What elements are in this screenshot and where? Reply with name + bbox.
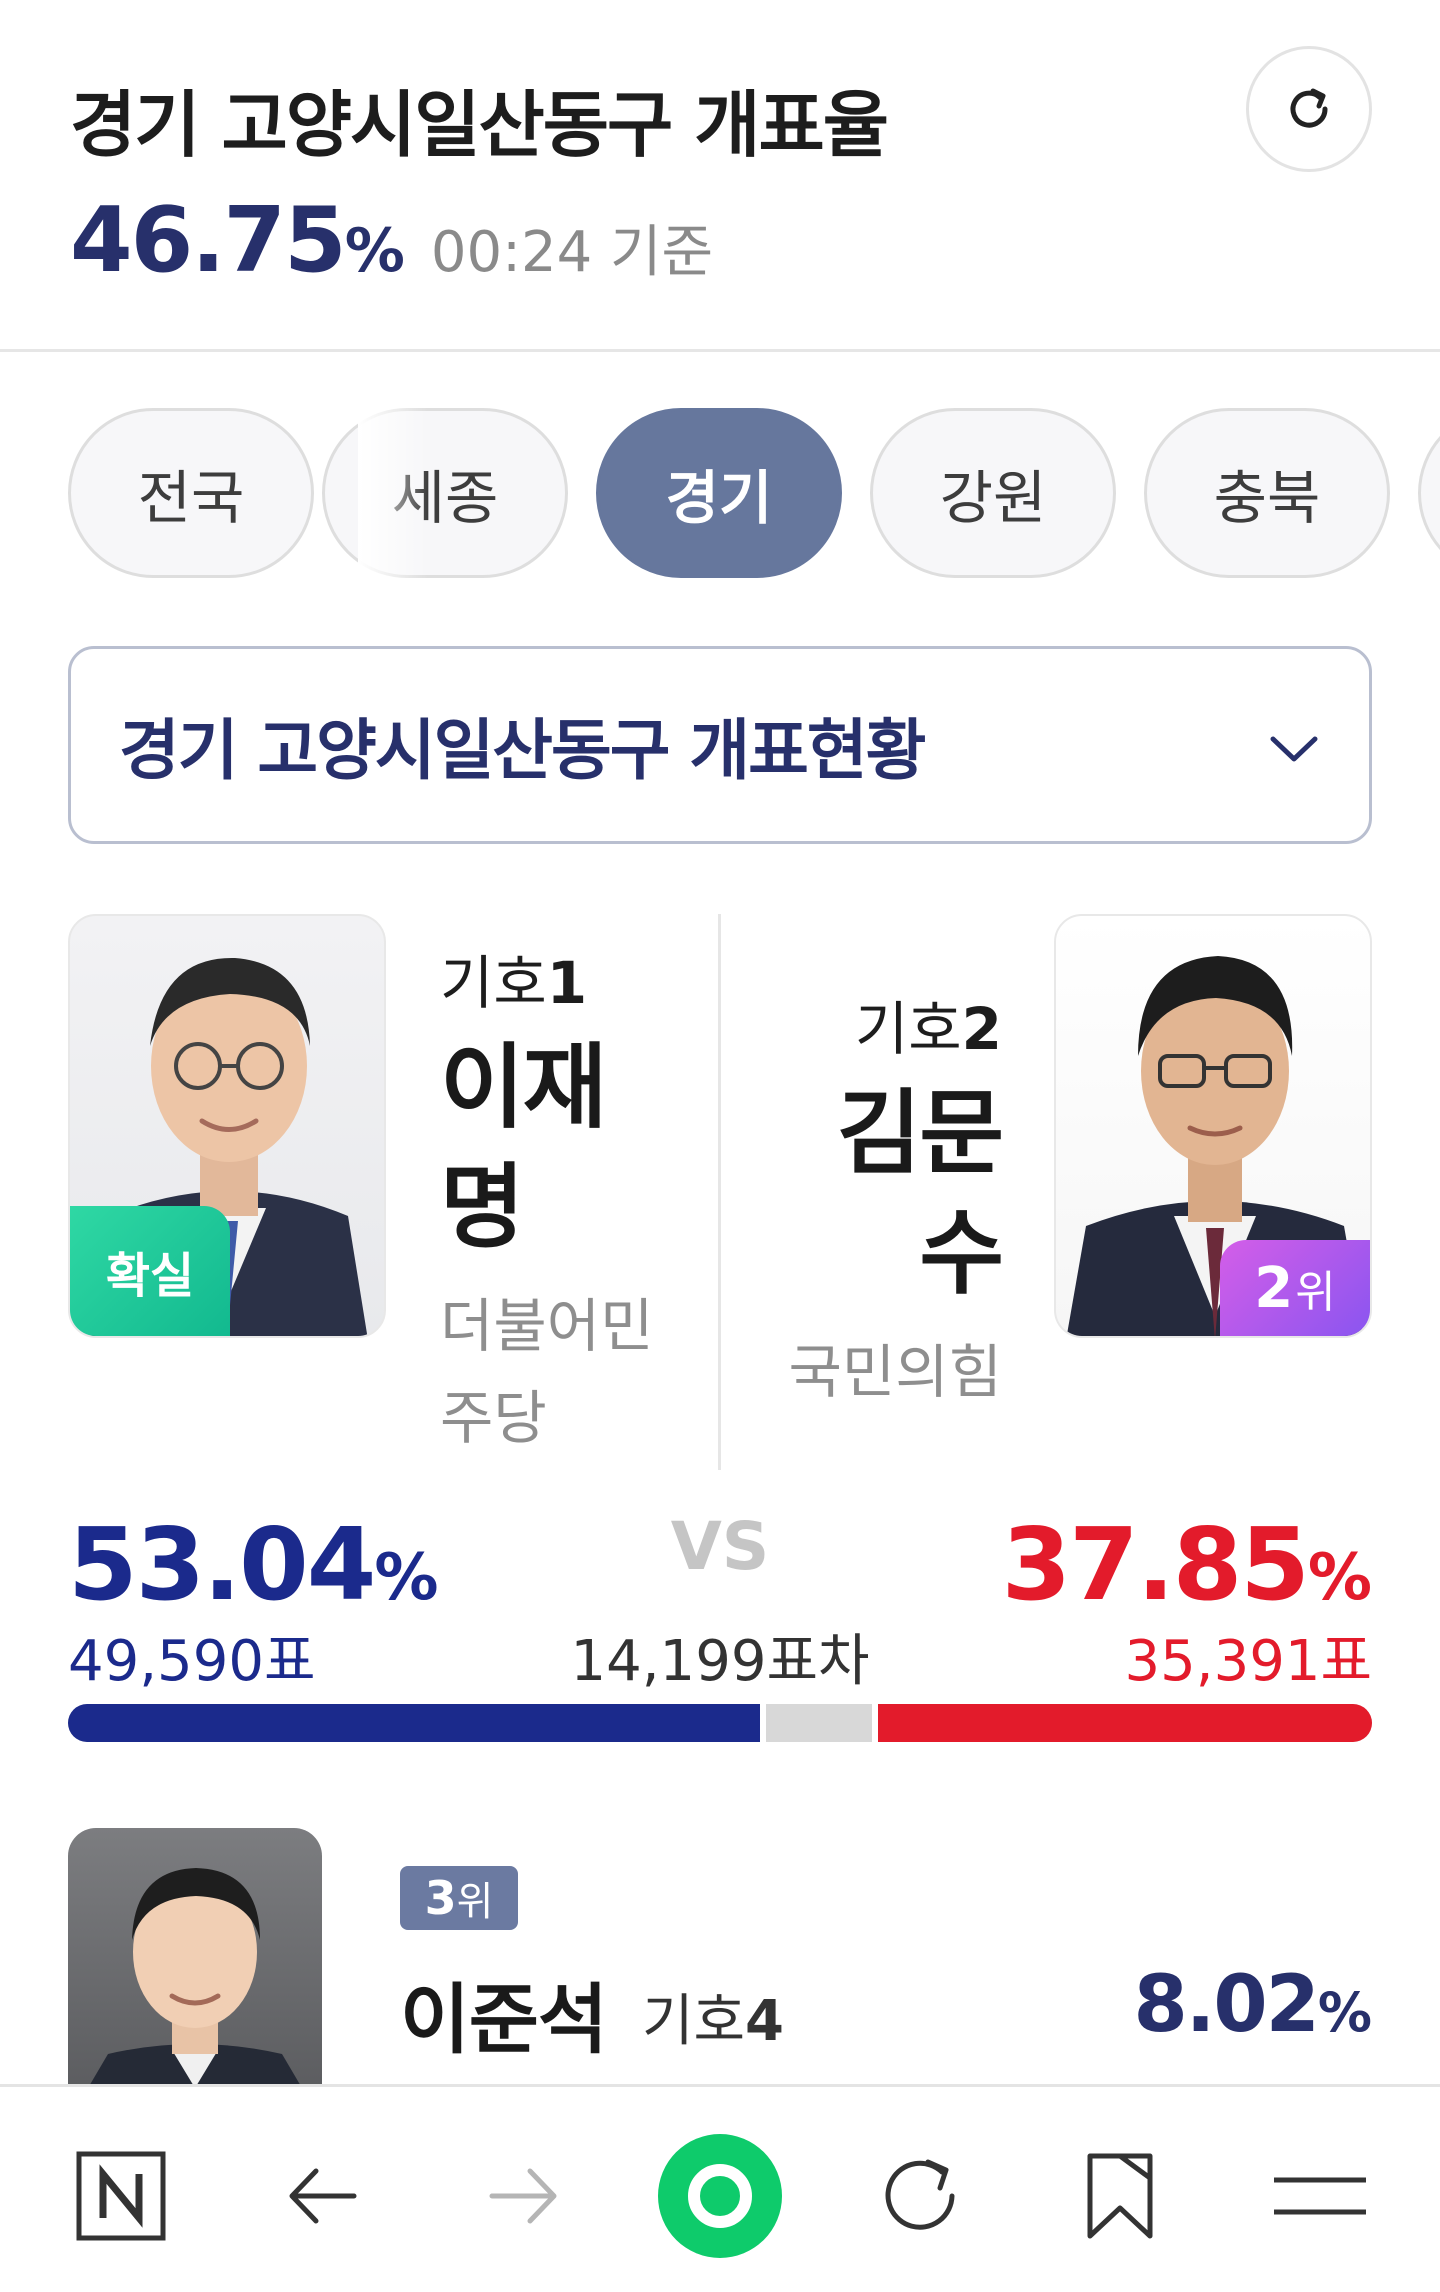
counting-rate-value: 46.75 <box>70 188 347 293</box>
green-dot-button[interactable] <box>655 2131 785 2261</box>
district-select[interactable]: 경기 고양시일산동구 개표현황 <box>68 646 1372 844</box>
candidate-3-rank-badge: 3위 <box>400 1866 518 1930</box>
tab-next-partial[interactable] <box>1418 408 1440 578</box>
candidate-1-percent-unit: % <box>374 1541 439 1615</box>
candidate-1-percent-value: 53.04 <box>68 1506 376 1623</box>
vote-share-bar-candidate-2 <box>878 1704 1372 1742</box>
candidate-3-number-label: 기호 <box>642 1989 746 2054</box>
candidate-2-number: 기호2 <box>855 982 1002 1066</box>
candidate-3-rank-number: 3 <box>424 1871 457 1925</box>
candidate-2-votes: 35,391표 <box>1124 1629 1372 1694</box>
reload-button[interactable] <box>855 2131 985 2261</box>
candidate-1-votes: 49,590표 <box>68 1629 316 1694</box>
tab-sejong[interactable]: 세종 <box>322 408 568 578</box>
candidate-3-percent-value: 8.02 <box>1133 1960 1319 2050</box>
tab-gyeonggi[interactable]: 경기 <box>596 408 842 578</box>
candidate-3-percent: 8.02% <box>1133 1960 1372 2050</box>
vote-difference: 14,199표차 <box>570 1629 870 1694</box>
page-title: 경기 고양시일산동구 개표율 <box>70 83 889 167</box>
vs-label: VS <box>670 1508 770 1585</box>
browser-bottom-nav <box>0 2084 1440 2292</box>
counting-rate: 46.75 % 00:24 기준 <box>70 188 713 293</box>
rank-badge: 2위 <box>1220 1240 1370 1336</box>
candidate-2-name-line2: 수 <box>919 1200 1004 1307</box>
confirmed-badge: 확실 <box>70 1206 230 1336</box>
arrow-right-icon <box>489 2168 557 2224</box>
naver-n-icon <box>76 2151 166 2241</box>
rank-badge-number: 2 <box>1254 1255 1294 1321</box>
bookmark-icon <box>1087 2153 1153 2239</box>
green-dot-icon <box>658 2134 782 2258</box>
tab-nationwide[interactable]: 전국 <box>68 408 314 578</box>
candidate-3-name: 이준석 <box>400 1975 608 2064</box>
candidate-3-number-value: 4 <box>745 1989 785 2054</box>
candidate-1-name-line2: 명 <box>440 1154 525 1261</box>
candidate-2-percent: 37.85% <box>1002 1506 1372 1623</box>
candidate-3-number: 기호4 <box>642 1976 784 2057</box>
candidate-2-name-line1: 김문 <box>836 1080 1004 1187</box>
candidate-1-photo[interactable]: 확실 <box>68 914 386 1338</box>
vote-share-bar <box>68 1704 1372 1742</box>
rank-badge-suffix: 위 <box>1295 1267 1336 1318</box>
counting-rate-time: 00:24 기준 <box>430 220 714 285</box>
back-button[interactable] <box>258 2131 388 2261</box>
candidate-1-percent: 53.04% <box>68 1506 438 1623</box>
candidate-1-name-line1: 이재 <box>440 1034 607 1141</box>
bookmark-button[interactable] <box>1055 2131 1185 2261</box>
tab-chungbuk[interactable]: 충북 <box>1144 408 1390 578</box>
candidate-2-name: 김문 수 <box>836 1074 1004 1314</box>
candidate-1-number-value: 1 <box>546 949 588 1017</box>
candidate-2-photo[interactable]: 2위 <box>1054 914 1372 1338</box>
candidate-1-number: 기호1 <box>440 936 587 1020</box>
candidate-2-number-value: 2 <box>961 995 1002 1063</box>
forward-button[interactable] <box>458 2131 588 2261</box>
vote-share-bar-gap-left <box>760 1704 766 1742</box>
candidate-1-party-line2: 주당 <box>440 1384 547 1452</box>
district-select-value: 경기 고양시일산동구 개표현황 <box>119 712 926 789</box>
home-button[interactable] <box>56 2131 186 2261</box>
header: 경기 고양시일산동구 개표율 46.75 % 00:24 기준 <box>0 0 1440 352</box>
candidate-2-party-line1: 국민의힘 <box>788 1338 1002 1406</box>
candidate-2-party: 국민의힘 <box>789 1326 1002 1418</box>
refresh-button[interactable] <box>1246 46 1372 172</box>
candidate-1-number-label: 기호 <box>440 949 547 1017</box>
candidate-2-percent-unit: % <box>1307 1541 1372 1615</box>
arrow-left-icon <box>289 2168 357 2224</box>
menu-button[interactable] <box>1255 2131 1385 2261</box>
candidate-1-party: 더불어민 주당 <box>440 1280 653 1464</box>
candidate-2-percent-value: 37.85 <box>1001 1506 1310 1623</box>
candidate-3-percent-unit: % <box>1317 1981 1372 2044</box>
menu-icon <box>1274 2177 1366 2215</box>
candidate-3-rank-suffix: 위 <box>456 1879 494 1925</box>
counting-rate-unit: % <box>344 216 405 286</box>
tab-gangwon[interactable]: 강원 <box>870 408 1116 578</box>
vote-share-bar-candidate-1 <box>68 1704 760 1742</box>
candidate-1-name: 이재 명 <box>440 1028 607 1268</box>
region-tabs: 전국 세종 경기 강원 충북 <box>0 408 1440 578</box>
chevron-down-icon <box>1270 736 1318 762</box>
candidate-1-party-line1: 더불어민 <box>440 1292 654 1360</box>
reload-icon <box>885 2159 955 2230</box>
candidate-3-portrait <box>88 1868 302 2088</box>
refresh-icon <box>1290 88 1328 128</box>
candidate-2-number-label: 기호 <box>854 995 962 1063</box>
candidate-3-photo[interactable] <box>68 1828 322 2088</box>
candidate-divider <box>718 914 721 1470</box>
